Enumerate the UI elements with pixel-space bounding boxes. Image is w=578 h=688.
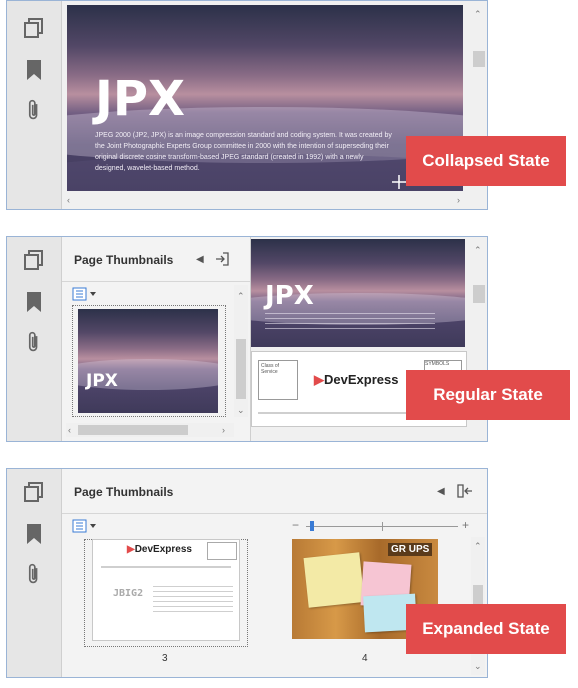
horizontal-scrollbar[interactable] — [251, 427, 471, 441]
close-panel-icon[interactable] — [214, 251, 230, 267]
bookmark-icon[interactable] — [23, 523, 45, 545]
panel-title: Page Thumbnails — [74, 485, 174, 499]
expanded-state-badge: Expanded State — [406, 604, 566, 654]
thumbnail-page-3[interactable]: ▶DevExpress JBIG2 — [84, 539, 248, 647]
menu-icon[interactable] — [72, 519, 98, 533]
symbols-box — [207, 542, 237, 560]
slider-tick — [382, 522, 383, 531]
scroll-down-icon[interactable]: ⌄ — [474, 661, 482, 671]
scroll-thumb[interactable] — [473, 51, 485, 67]
devexpress-logo: ▶DevExpress — [127, 544, 192, 555]
groups-banner: GR UPS — [388, 543, 433, 556]
panel-divider — [62, 513, 487, 514]
zoom-slider[interactable]: − + — [292, 519, 474, 533]
page-heading: JPX — [265, 281, 314, 311]
collapse-panel-icon[interactable]: ◀ — [196, 255, 204, 265]
pages-icon[interactable] — [23, 481, 45, 503]
jbig-label: JBIG2 — [113, 588, 144, 599]
close-panel-icon[interactable] — [456, 483, 474, 499]
slider-handle[interactable] — [310, 521, 314, 531]
scroll-thumb[interactable] — [236, 339, 246, 399]
logo-text: DevExpress — [324, 372, 399, 387]
scroll-left-icon[interactable]: ‹ — [67, 195, 70, 205]
collapse-panel-icon[interactable]: ◀ — [437, 487, 445, 497]
scroll-down-icon[interactable]: ⌄ — [237, 405, 245, 415]
stamp-label: Class of Service — [261, 363, 280, 375]
thumbnail-image: JPX — [78, 309, 218, 413]
thumbnail-image: ▶DevExpress JBIG2 — [92, 539, 240, 641]
navigation-sidebar — [7, 1, 62, 209]
navigation-sidebar — [7, 469, 62, 677]
panel-title: Page Thumbnails — [74, 253, 174, 267]
collapsed-state-badge: Collapsed State — [406, 136, 566, 186]
thumbnail-label-4: 4 — [362, 653, 368, 664]
thumbnails-panel: Page Thumbnails ◀ JPX ⌃ ⌄ ‹ › — [62, 237, 251, 441]
scroll-up-icon[interactable]: ⌃ — [474, 541, 482, 551]
thumbnail-page[interactable]: JPX — [72, 305, 226, 417]
zoom-in-icon[interactable]: + — [462, 519, 469, 531]
paperclip-icon[interactable] — [23, 563, 45, 585]
page-text-lines — [153, 586, 233, 616]
scroll-up-icon[interactable]: ⌃ — [474, 9, 482, 19]
pages-icon[interactable] — [23, 249, 45, 271]
panel-vertical-scrollbar[interactable]: ⌃ ⌄ — [234, 285, 248, 417]
pages-icon[interactable] — [23, 17, 45, 39]
paperclip-icon[interactable] — [23, 99, 45, 121]
text-line — [101, 566, 231, 568]
bookmark-icon[interactable] — [23, 59, 45, 81]
thumbnail-heading: JPX — [86, 371, 118, 391]
scroll-thumb[interactable] — [473, 285, 485, 303]
scroll-up-icon[interactable]: ⌃ — [474, 245, 482, 255]
page-heading: JPX — [95, 71, 186, 127]
scroll-up-icon[interactable]: ⌃ — [237, 291, 245, 301]
bookmark-icon[interactable] — [23, 291, 45, 313]
regular-state-badge: Regular State — [406, 370, 570, 420]
scroll-left-icon[interactable]: ‹ — [68, 425, 71, 435]
scroll-thumb[interactable] — [78, 425, 188, 435]
navigation-sidebar — [7, 237, 62, 441]
document-page: JPX — [251, 239, 465, 347]
thumbnail-label-3: 3 — [162, 653, 168, 664]
horizontal-scrollbar[interactable]: ‹ › — [63, 193, 471, 207]
scroll-right-icon[interactable]: › — [222, 425, 225, 435]
scroll-right-icon[interactable]: › — [457, 195, 460, 205]
devexpress-logo: ▶DevExpress — [314, 372, 399, 387]
logo-text: DevExpress — [134, 544, 192, 555]
move-cursor-icon — [392, 175, 406, 189]
menu-icon[interactable] — [72, 287, 98, 301]
page-paragraph: JPEG 2000 (JP2, JPX) is an image compres… — [95, 132, 392, 172]
sticky-note — [303, 552, 365, 608]
paperclip-icon[interactable] — [23, 331, 45, 353]
panel-divider — [62, 281, 250, 282]
document-page: JPX JPEG 2000 (JP2, JPX) is an image com… — [67, 5, 463, 191]
page-paragraph-lines — [265, 313, 435, 333]
zoom-out-icon[interactable]: − — [292, 519, 299, 531]
stamp-box: Class of Service — [258, 360, 298, 400]
panel-horizontal-scrollbar[interactable]: ‹ › — [66, 423, 234, 437]
symbols-label: SYMBOLS — [425, 361, 450, 367]
